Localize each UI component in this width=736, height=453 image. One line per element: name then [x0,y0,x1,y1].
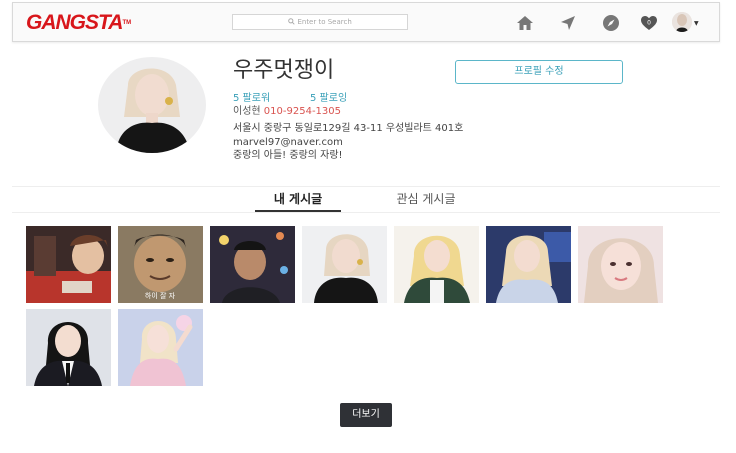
profile-real-name: 이성현 [233,106,261,117]
profile-email: marvel97@naver.com [233,137,343,148]
profile-avatar [98,57,206,153]
tabs-top-divider [12,186,720,187]
post-thumbnail[interactable] [26,226,111,303]
search-placeholder: Enter to Search [297,18,352,26]
load-more-button[interactable]: 더보기 [340,403,392,427]
explore-compass-icon[interactable] [601,13,621,33]
notification-heart-icon[interactable]: 0 [639,13,659,33]
logo-text: GANGSTA [26,11,123,34]
top-navbar: GANGSTATM Enter to Search 0 ▼ [12,2,720,42]
post-thumbnail[interactable] [26,309,111,386]
user-menu[interactable]: ▼ [672,12,702,34]
profile-real-name-line: 이성현 010-9254-1305 [233,102,341,117]
profile-phone: 010-9254-1305 [263,106,341,117]
profile-bio: 중랑의 아들! 중랑의 자랑! [233,150,343,161]
tab-liked-posts[interactable]: 관심 게시글 [381,186,471,212]
home-icon[interactable] [515,13,535,33]
brand-logo[interactable]: GANGSTATM [26,11,131,35]
direct-message-icon[interactable] [558,13,578,33]
post-thumbnail[interactable] [578,226,663,303]
post-thumbnail[interactable] [394,226,479,303]
post-thumbnail[interactable] [302,226,387,303]
post-thumbnail[interactable] [210,226,295,303]
search-icon [288,18,295,25]
post-thumbnail[interactable] [118,309,203,386]
post-thumbnail[interactable]: 하이 잘 자 [118,226,203,303]
edit-profile-button[interactable]: 프로필 수정 [455,60,623,84]
notification-count: 0 [647,20,651,27]
tab-my-posts[interactable]: 내 게시글 [255,186,341,212]
logo-trademark: TM [122,20,132,26]
profile-username: 우주멋쟁이 [233,58,335,83]
tabs-bottom-divider [12,212,720,213]
search-input[interactable]: Enter to Search [232,14,408,30]
avatar [672,12,692,32]
chevron-down-icon: ▼ [694,20,699,27]
post-thumbnail[interactable] [486,226,571,303]
post-caption: 하이 잘 자 [145,291,176,300]
profile-address: 서울시 중랑구 동일로129길 43-11 우성빌라트 401호 [233,123,464,134]
